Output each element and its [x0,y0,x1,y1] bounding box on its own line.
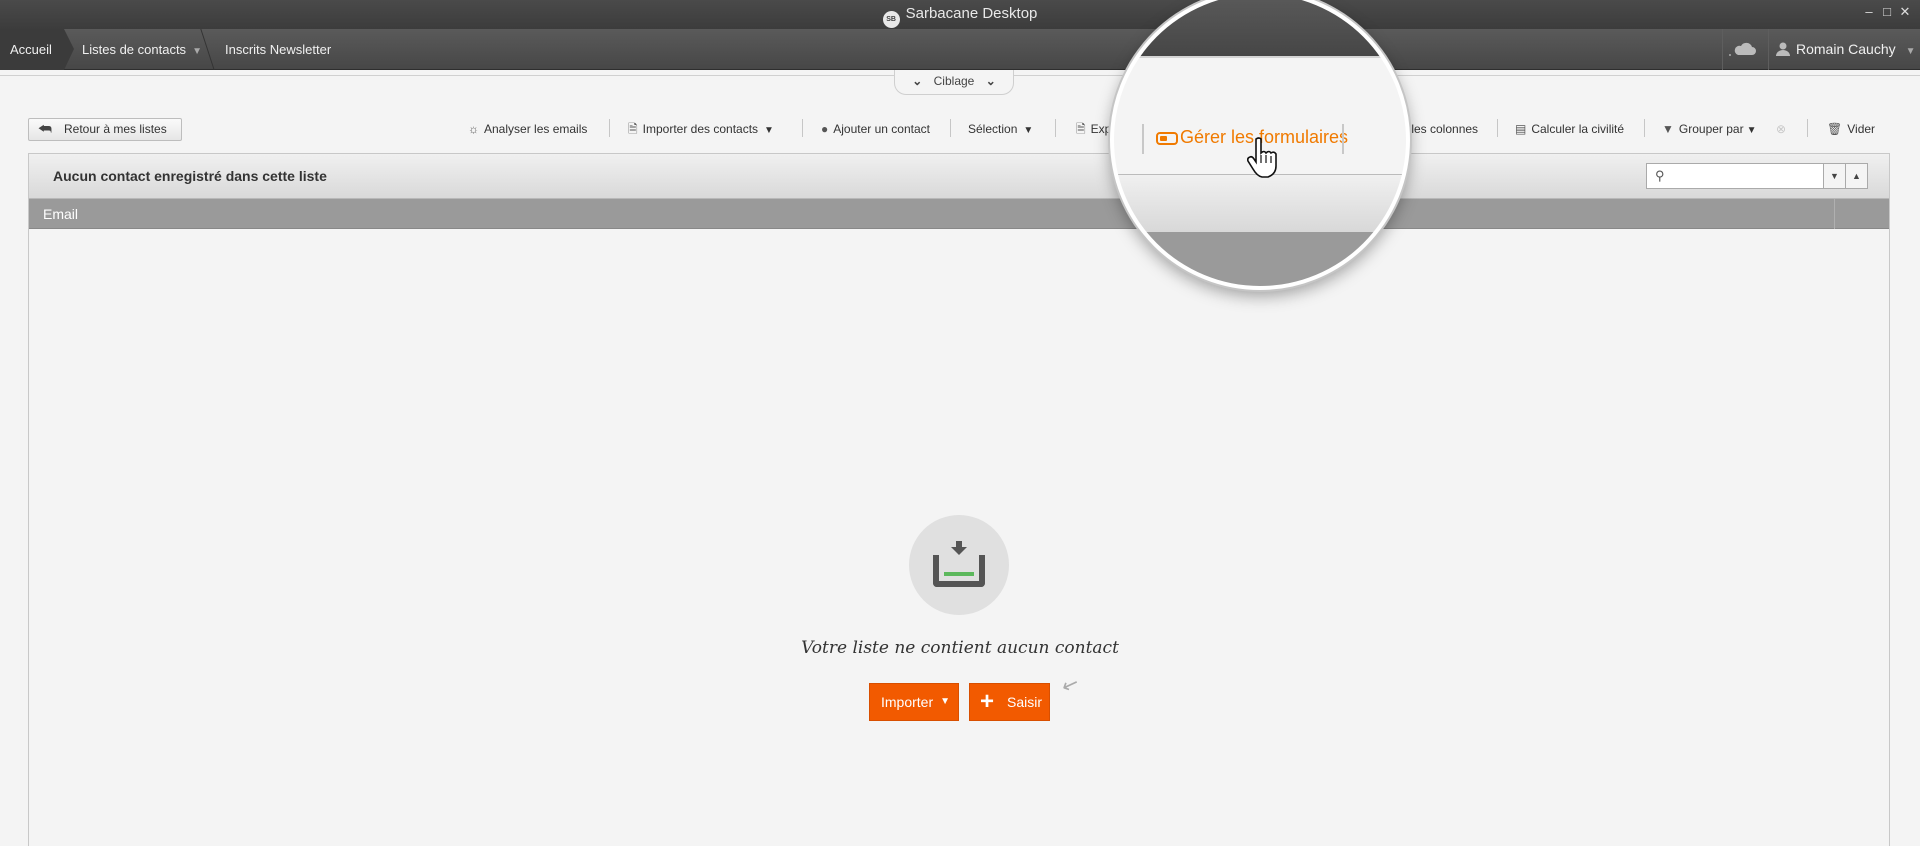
minimize-icon[interactable]: – [1862,4,1876,19]
civility-label: Calculer la civilité [1531,122,1625,136]
user-icon [1776,42,1790,56]
add-contact-label: Ajouter un contact [833,122,930,136]
breadcrumb-accueil[interactable]: Accueil [0,29,64,70]
breadcrumb-inscrits-newsletter[interactable]: Inscrits Newsletter [225,29,331,70]
panel-title: Aucun contact enregistré dans cette list… [53,168,327,184]
chevron-down-icon: ▼ [1023,125,1034,136]
filter-icon: ▼ [1662,122,1674,136]
chevron-down-icon: ▼ [940,696,950,707]
saisir-button-label: Saisir [1007,694,1043,710]
chevron-down-icon: ▼ [1746,125,1757,136]
window-title-text: Sarbacane Desktop [905,5,1038,22]
chevron-down-icon: ⌄ [912,74,923,88]
divider [609,119,610,137]
chevron-down-icon: ▼ [1830,171,1839,181]
maximize-icon[interactable]: □ [1880,4,1894,19]
divider [1055,119,1056,137]
import-button[interactable]: Importer ▼ [869,683,959,721]
search-icon: ⚲ [1655,168,1665,183]
column-divider[interactable] [1834,199,1835,229]
ciblage-label: Ciblage [933,74,975,88]
navigation-bar: Accueil Listes de contacts ▼ Inscrits New… [0,29,1920,70]
group-by-dropdown[interactable]: ▼ Grouper par ▼ [1662,119,1757,139]
user-menu[interactable]: Romain Cauchy ▼ [1776,29,1920,70]
chevron-down-icon: ▼ [1905,46,1916,57]
chevron-down-icon: ⌄ [985,74,996,88]
columns-label: r les colonnes [1404,122,1479,136]
tray-indicator [944,572,974,576]
import-button-label: Importer [881,694,934,710]
group-label: Grouper par [1678,122,1744,136]
analyse-label: Analyser les emails [484,122,588,136]
divider [1142,124,1144,154]
clear-group-icon[interactable]: ⊗ [1776,119,1786,139]
breadcrumb-label: Listes de contacts [82,42,187,57]
chevron-down-icon: ▼ [764,125,774,136]
title-bar: SB Sarbacane Desktop – □ ✕ [0,0,1920,29]
selection-label: Sélection [968,122,1018,136]
close-icon[interactable]: ✕ [1898,4,1912,20]
divider [950,119,951,137]
divider [1644,119,1645,137]
download-arrow-icon [951,541,967,555]
collapse-button[interactable]: ▲ [1846,163,1868,189]
trash-icon: 🗑 [1827,122,1843,136]
magnified-table-header [1114,232,1406,286]
cloud-sync-button[interactable] [1728,29,1768,70]
breadcrumb-label: Accueil [10,42,52,57]
app-logo-icon: SB [882,11,900,28]
empty-state-message: Votre liste ne contient aucun contact [801,638,1119,658]
form-toggle-icon [1156,132,1178,145]
chevron-down-icon: ▼ [192,46,202,57]
clear-label: Vider [1847,122,1876,136]
search-options-dropdown[interactable]: ▼ [1823,164,1845,188]
analyse-emails-button[interactable]: ☼ Analyser les emails [468,119,587,139]
breadcrumb-separator [200,29,215,70]
divider [1768,29,1769,70]
file-export-icon: 🗎 [1076,122,1086,136]
import-label: Importer des contacts [642,122,759,136]
user-name: Romain Cauchy [1796,41,1896,57]
selection-dropdown[interactable]: Sélection ▼ [968,119,1033,139]
magnified-panel-header [1114,174,1406,232]
back-button-label: Retour à mes listes [64,122,167,136]
divider [1722,29,1723,70]
breadcrumb-separator [64,29,74,70]
inbox-tray-icon [933,555,985,587]
hand-pointer-icon [1247,137,1277,178]
columns-button[interactable]: r les colonnes [1404,119,1478,139]
id-card-icon: ▤ [1515,122,1527,136]
back-to-lists-button[interactable]: ⮪ Retour à mes listes [28,118,182,141]
breadcrumb-label: Inscrits Newsletter [225,42,332,57]
user-icon: ● [821,122,829,136]
plus-icon: + [980,688,995,715]
search-input[interactable] [1673,166,1813,186]
breadcrumb-listes-de-contacts[interactable]: Listes de contacts ▼ [82,29,202,70]
divider [1497,119,1498,137]
calculate-civility-button[interactable]: ▤ Calculer la civilité [1515,119,1624,139]
clear-list-button[interactable]: 🗑 Vider [1827,119,1875,139]
panel-header: Aucun contact enregistré dans cette list… [29,154,1889,199]
reply-arrow-icon: ⮪ [38,121,52,138]
divider [1342,124,1344,154]
window-title: SB Sarbacane Desktop [0,5,1920,28]
saisir-button[interactable]: + Saisir [969,683,1050,721]
table-header: Email [29,199,1889,229]
contacts-panel: Aucun contact enregistré dans cette list… [28,153,1890,846]
divider [1114,56,1406,58]
divider [1807,119,1808,137]
magnified-navbar [1114,0,1406,56]
chevron-up-icon: ▲ [1852,171,1861,181]
divider [802,119,803,137]
column-header-email[interactable]: Email [43,206,78,222]
search-box[interactable]: ⚲ ▼ [1646,163,1846,189]
import-contacts-button[interactable]: 🗎 Importer des contacts ▼ [628,119,774,139]
ciblage-toggle[interactable]: ⌄ Ciblage ⌄ [894,70,1014,95]
file-import-icon: 🗎 [628,122,638,136]
cloud-icon [1729,43,1756,57]
add-contact-button[interactable]: ● Ajouter un contact [821,119,930,139]
globe-icon: ☼ [468,122,479,136]
